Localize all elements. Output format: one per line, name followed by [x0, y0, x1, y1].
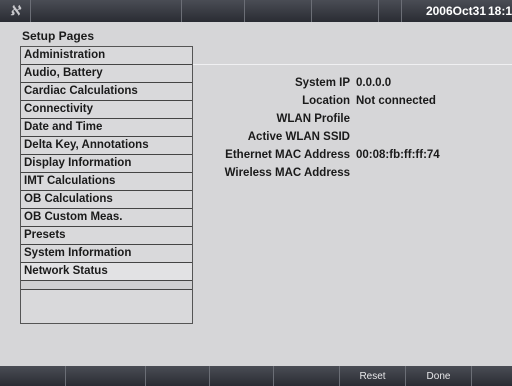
ethernet-mac-label: Ethernet MAC Address	[225, 149, 350, 161]
info-row: Wireless MAC Address	[196, 164, 512, 182]
softkey-blank[interactable]	[146, 366, 210, 386]
app-logo-icon: ℵ	[0, 0, 31, 22]
softkey-blank[interactable]	[274, 366, 340, 386]
softkey-blank[interactable]	[66, 366, 146, 386]
menu-item-display-information[interactable]: Display Information	[21, 155, 192, 173]
ethernet-mac-value: 00:08:fb:ff:ff:74	[356, 149, 440, 161]
menu-item-date-and-time[interactable]: Date and Time	[21, 119, 192, 137]
menu-item-connectivity[interactable]: Connectivity	[21, 101, 192, 119]
menu-item-network-status[interactable]: Network Status	[21, 263, 192, 281]
system-ip-value: 0.0.0.0	[356, 77, 392, 89]
menu-item-audio-battery[interactable]: Audio, Battery	[21, 65, 192, 83]
status-segment	[379, 0, 402, 22]
location-label: Location	[302, 95, 350, 107]
status-segment	[31, 0, 182, 22]
info-row: Ethernet MAC Address 00:08:fb:ff:ff:74	[196, 146, 512, 164]
menu-item-delta-key-annotations[interactable]: Delta Key, Annotations	[21, 137, 192, 155]
menu-item-imt-calculations[interactable]: IMT Calculations	[21, 173, 192, 191]
status-segment	[245, 0, 312, 22]
divider	[193, 64, 512, 65]
time-display: 18:10	[488, 4, 512, 18]
system-ip-label: System IP	[295, 77, 350, 89]
top-status-bar: ℵ 2006Oct31 18:10	[0, 0, 512, 22]
status-segment	[312, 0, 379, 22]
softkey-blank	[472, 366, 512, 386]
menu-item-ob-custom-meas[interactable]: OB Custom Meas.	[21, 209, 192, 227]
softkey-blank[interactable]	[210, 366, 274, 386]
date-display: 2006Oct31	[425, 4, 486, 18]
menu-item-system-information[interactable]: System Information	[21, 245, 192, 263]
softkey-blank	[0, 366, 66, 386]
menu-item-presets[interactable]: Presets	[21, 227, 192, 245]
page-title: Setup Pages	[22, 29, 95, 43]
location-value: Not connected	[356, 95, 436, 107]
wireless-mac-label: Wireless MAC Address	[224, 167, 350, 179]
wlan-profile-label: WLAN Profile	[276, 113, 350, 125]
setup-pages-menu: Administration Audio, Battery Cardiac Ca…	[20, 46, 193, 324]
menu-empty-area	[21, 289, 192, 323]
info-row: WLAN Profile	[196, 110, 512, 128]
menu-item-cardiac-calculations[interactable]: Cardiac Calculations	[21, 83, 192, 101]
status-segment	[182, 0, 245, 22]
info-row: Active WLAN SSID	[196, 128, 512, 146]
done-button[interactable]: Done	[406, 366, 472, 386]
softkey-bar: Reset Done	[0, 366, 512, 386]
menu-item-ob-calculations[interactable]: OB Calculations	[21, 191, 192, 209]
network-status-panel: System IP 0.0.0.0 Location Not connected…	[196, 74, 512, 182]
info-row: Location Not connected	[196, 92, 512, 110]
info-row: System IP 0.0.0.0	[196, 74, 512, 92]
active-wlan-ssid-label: Active WLAN SSID	[247, 131, 350, 143]
menu-item-administration[interactable]: Administration	[21, 47, 192, 65]
reset-button[interactable]: Reset	[340, 366, 406, 386]
